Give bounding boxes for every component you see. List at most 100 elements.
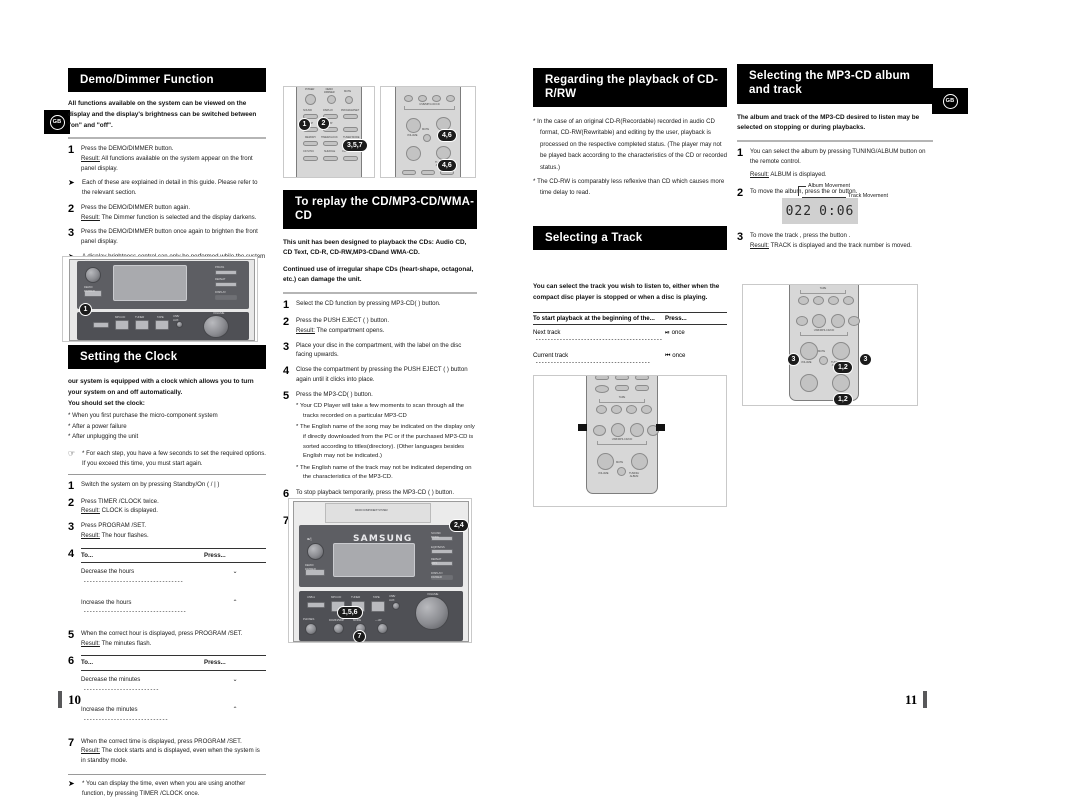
- clock-bullet: * After a power failure: [68, 422, 127, 430]
- callout: 3: [787, 353, 800, 366]
- result-text: TRACK is displayed and the track number …: [770, 241, 912, 249]
- table-row: Decrease the minutes -------------------…: [81, 671, 266, 701]
- cd-rw-section: Regarding the playback of CD-R/RW * In t…: [533, 68, 727, 199]
- note: ➤ * You can display the time, even when …: [68, 779, 266, 798]
- clock-bullet: * After unplugging the unit: [68, 433, 139, 441]
- skip-forward-icon: ⏯: [665, 328, 670, 336]
- setting-clock-title: Setting the Clock: [68, 345, 266, 370]
- row-key: ⌄: [232, 568, 238, 576]
- result-text: All functions available on the system ap…: [81, 154, 253, 172]
- manual-page-spread: GB Demo/Dimmer Function All functions av…: [0, 0, 1080, 797]
- step-text: When the correct hour is displayed, pres…: [81, 629, 243, 637]
- note-text: * You can display the time, even when yo…: [82, 779, 246, 797]
- step: 2 Press the DEMO/DIMMER button again. Re…: [68, 203, 266, 223]
- remote-control-upper-illustration: POWER DEMO/DIMMER MUTE SOUND DISPLAY PRO…: [283, 86, 375, 178]
- table-row: Current track --------------------------…: [533, 351, 686, 366]
- front-panel-demo-dimmer-illustration: CAT 1 DEMO/DIMMER P.BASS REPEAT DISPLAY …: [62, 256, 258, 342]
- step-text: Press TIMER /CLOCK twice.: [81, 497, 159, 505]
- sub-bullet: * Your CD Player will take a few moments…: [296, 403, 465, 419]
- row-press: once: [671, 328, 685, 336]
- row-key: ⌄: [232, 676, 238, 684]
- step-number: 5: [283, 389, 290, 402]
- step-number: 1: [68, 479, 75, 492]
- step-text: Press the DEMO/DIMMER button again.: [81, 203, 191, 211]
- selecting-album-section: Selecting the MP3-CD album and track The…: [737, 64, 933, 199]
- table-col-header: To...: [81, 659, 94, 667]
- clock-intro-line3: You should set the clock:: [68, 399, 145, 407]
- skip-forward-marker-icon: [656, 424, 665, 431]
- table-row: Decrease the hours ---------------------…: [81, 563, 266, 593]
- callout: 2,4: [449, 519, 469, 533]
- step-text: Press the MP3-CD( ) button.: [296, 390, 373, 398]
- step-text: Press the DEMO/DIMMER button once again …: [81, 228, 258, 246]
- group-label: TAPE: [817, 287, 829, 290]
- step-text: Press PROGRAM /SET.: [81, 522, 147, 530]
- step: 2 Press TIMER /CLOCK twice. Result: CLOC…: [68, 497, 266, 517]
- step-text: Close the compartment by pressing the PU…: [296, 366, 468, 383]
- step-number: 1: [283, 299, 290, 311]
- callout: 7: [353, 630, 366, 642]
- step-number: 3: [283, 340, 290, 353]
- step-text: To stop playback temporarily, press the …: [296, 488, 455, 496]
- step: 5 When the correct hour is displayed, pr…: [68, 629, 266, 649]
- step-text: Switch the system on by pressing Standby…: [81, 480, 220, 488]
- result-label: Result:: [81, 639, 100, 647]
- cd-rw-bullet: * In the case of an original CD-R(Record…: [533, 117, 727, 172]
- clock-intro-line2: your system on and off automatically.: [68, 388, 183, 396]
- callout: 1,5,6: [337, 606, 363, 620]
- hand-pointer-icon: ☞: [68, 449, 76, 459]
- result-text: The compartment opens.: [316, 326, 385, 334]
- step: 7 When the correct time is displayed, pr…: [68, 737, 266, 766]
- skip-back-icon: ⏮: [665, 351, 671, 359]
- row-key: ⌃: [232, 598, 238, 606]
- language-badge-left: GB: [44, 110, 70, 134]
- step-number: 1: [68, 144, 75, 157]
- result-label: Result:: [81, 507, 100, 515]
- note: ☞ * For each step, you have a few second…: [68, 449, 266, 469]
- album-track-display-diagram: Album Movement Track Movement 022 0:06: [762, 182, 912, 228]
- remote-control-album-select-illustration: TAPE USB/MP3-CD/CD MUTE VOLUME TUNING/AL…: [742, 284, 918, 406]
- gb-icon: GB: [49, 114, 65, 130]
- result-label: Result:: [81, 154, 100, 162]
- selecting-album-title: Selecting the MP3-CD album and track: [737, 64, 933, 104]
- step-number: 4: [283, 365, 290, 377]
- row-label: Decrease the minutes: [81, 676, 141, 684]
- note-text: * For each step, you have a few seconds …: [82, 450, 266, 467]
- row-label: Increase the minutes: [81, 706, 138, 714]
- step: 1 Press the DEMO/DIMMER button. Result: …: [68, 144, 266, 173]
- skip-back-marker-icon: [578, 424, 587, 431]
- demo-dimmer-section: Demo/Dimmer Function All functions avail…: [68, 68, 266, 271]
- sub-bullet: * The English name of the track may not …: [296, 464, 472, 481]
- group-label: USB/MP3-CD/CD: [609, 438, 635, 441]
- result-text: The Dimmer function is selected and the …: [101, 213, 257, 221]
- step: 3 Place your disc in the compartment, wi…: [283, 341, 477, 361]
- demo-dimmer-intro: All functions available on the system ca…: [68, 100, 257, 129]
- table-col-header: To...: [81, 551, 94, 559]
- step-text: Place your disc in the compartment, with…: [296, 341, 462, 359]
- album-number-value: 022: [785, 203, 813, 219]
- result-text: ALBUM is displayed.: [770, 171, 827, 179]
- step-number: 2: [283, 316, 290, 328]
- step-text: Press the PUSH EJECT ( ) button.: [296, 317, 390, 324]
- row-label: Decrease the hours: [81, 568, 135, 576]
- demo-dimmer-title: Demo/Dimmer Function: [68, 68, 266, 93]
- pointer-icon: ➤: [68, 778, 75, 788]
- result-label: Result:: [750, 171, 769, 179]
- step: 3 Press the DEMO/DIMMER button once agai…: [68, 227, 266, 247]
- remote-control-track-select-illustration: CD SYNC SHUFFLE CD/USB REC TAPE USB/MP3-…: [533, 375, 727, 507]
- page-number-value: 10: [68, 691, 81, 707]
- table-row: Next track -----------------------------…: [533, 328, 685, 343]
- step-number: 1: [737, 146, 744, 159]
- selecting-album-intro: The album and track of the MP3-CD desire…: [737, 113, 920, 132]
- callout: 1,2: [833, 361, 853, 375]
- callout: 2: [317, 117, 330, 130]
- step-number: 4: [68, 547, 75, 560]
- step-number: 2: [737, 187, 744, 200]
- result-text: The hour flashes.: [101, 531, 149, 539]
- replay-cd-section: To replay the CD/MP3-CD/WMA-CD This unit…: [283, 190, 477, 527]
- callout: 1: [298, 118, 311, 131]
- step: 3 Press PROGRAM /SET. Result: The hour f…: [68, 521, 266, 541]
- step-text: Select the CD function by pressing MP3-C…: [296, 300, 441, 307]
- callout: 3,5,7: [342, 139, 368, 153]
- page-marker: [58, 691, 62, 708]
